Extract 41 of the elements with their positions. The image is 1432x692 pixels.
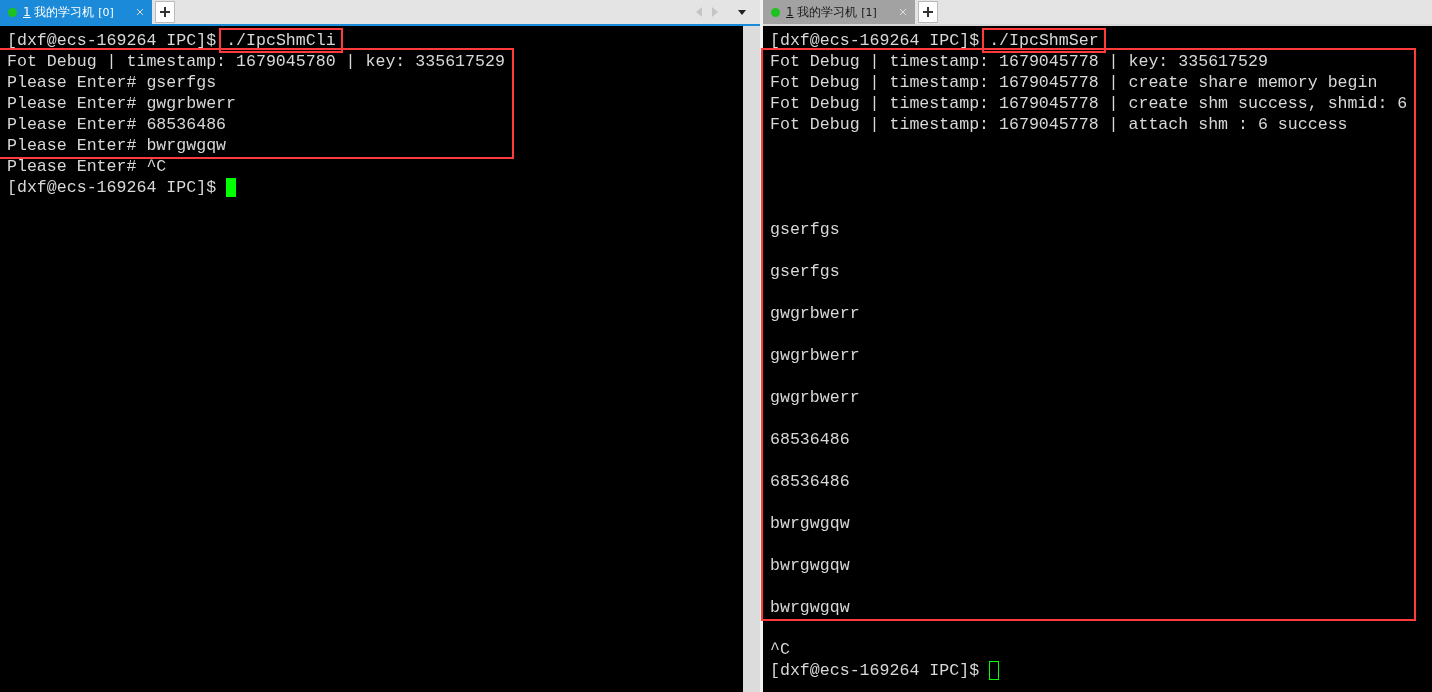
terminal-line: Fot Debug | timestamp: 1679045780 | key: 335617529 [7, 51, 505, 72]
terminal-line: Please Enter# gserfgs [7, 72, 217, 93]
command-text: ./IpcShmSer [984, 30, 1104, 51]
terminal-prompt: [dxf@ecs-169264 IPC]$ [770, 30, 980, 51]
terminal-line: ^C [770, 639, 790, 660]
session-tab[interactable]: 1 我的学习机 [1] [763, 0, 915, 24]
plus-icon [923, 7, 933, 17]
terminal-prompt: [dxf@ecs-169264 IPC]$ [7, 177, 217, 198]
status-dot-icon [8, 7, 17, 17]
terminal-line: Please Enter# gwgrbwerr [7, 93, 237, 114]
left-arrow-icon[interactable] [696, 7, 702, 17]
terminal-line: Fot Debug | timestamp: 1679045778 | key: 335617529 [770, 51, 1268, 72]
plus-icon [160, 7, 170, 17]
terminal-line: gwgrbwerr [770, 303, 860, 324]
new-tab-button[interactable] [155, 1, 175, 23]
right-arrow-icon[interactable] [712, 7, 718, 17]
terminal-line: Please Enter# 68536486 [7, 114, 227, 135]
terminal-line: gwgrbwerr [770, 345, 860, 366]
session-tab[interactable]: 1 我的学习机 [0] [0, 0, 152, 24]
close-icon[interactable] [136, 8, 144, 16]
terminal-line: bwrgwgqw [770, 555, 850, 576]
terminal-line: gserfgs [770, 219, 840, 240]
terminal-prompt: [dxf@ecs-169264 IPC]$ [7, 30, 217, 51]
new-tab-button[interactable] [918, 1, 938, 23]
terminal-line: Fot Debug | timestamp: 1679045778 | attach shm : 6 success [770, 114, 1348, 135]
status-dot-icon [771, 7, 780, 17]
caret-icon[interactable] [738, 9, 746, 15]
command-text: ./IpcShmCli [221, 30, 341, 51]
close-icon[interactable] [899, 8, 907, 16]
terminal-line: Please Enter# ^C [7, 156, 167, 177]
terminal-line: Fot Debug | timestamp: 1679045778 | create shm success, shmid: 6 [770, 93, 1408, 114]
terminal-line: gserfgs [770, 261, 840, 282]
terminal-line: 68536486 [770, 429, 850, 450]
terminal-line: bwrgwgqw [770, 597, 850, 618]
terminal-prompt: [dxf@ecs-169264 IPC]$ [770, 660, 980, 681]
terminal-line: 68536486 [770, 471, 850, 492]
terminal-line: gwgrbwerr [770, 387, 860, 408]
terminal-line: Please Enter# bwrgwgqw [7, 135, 227, 156]
terminal-line: bwrgwgqw [770, 513, 850, 534]
scrollbar[interactable] [743, 26, 760, 692]
terminal-line: Fot Debug | timestamp: 1679045778 | create share memory begin [770, 72, 1378, 93]
